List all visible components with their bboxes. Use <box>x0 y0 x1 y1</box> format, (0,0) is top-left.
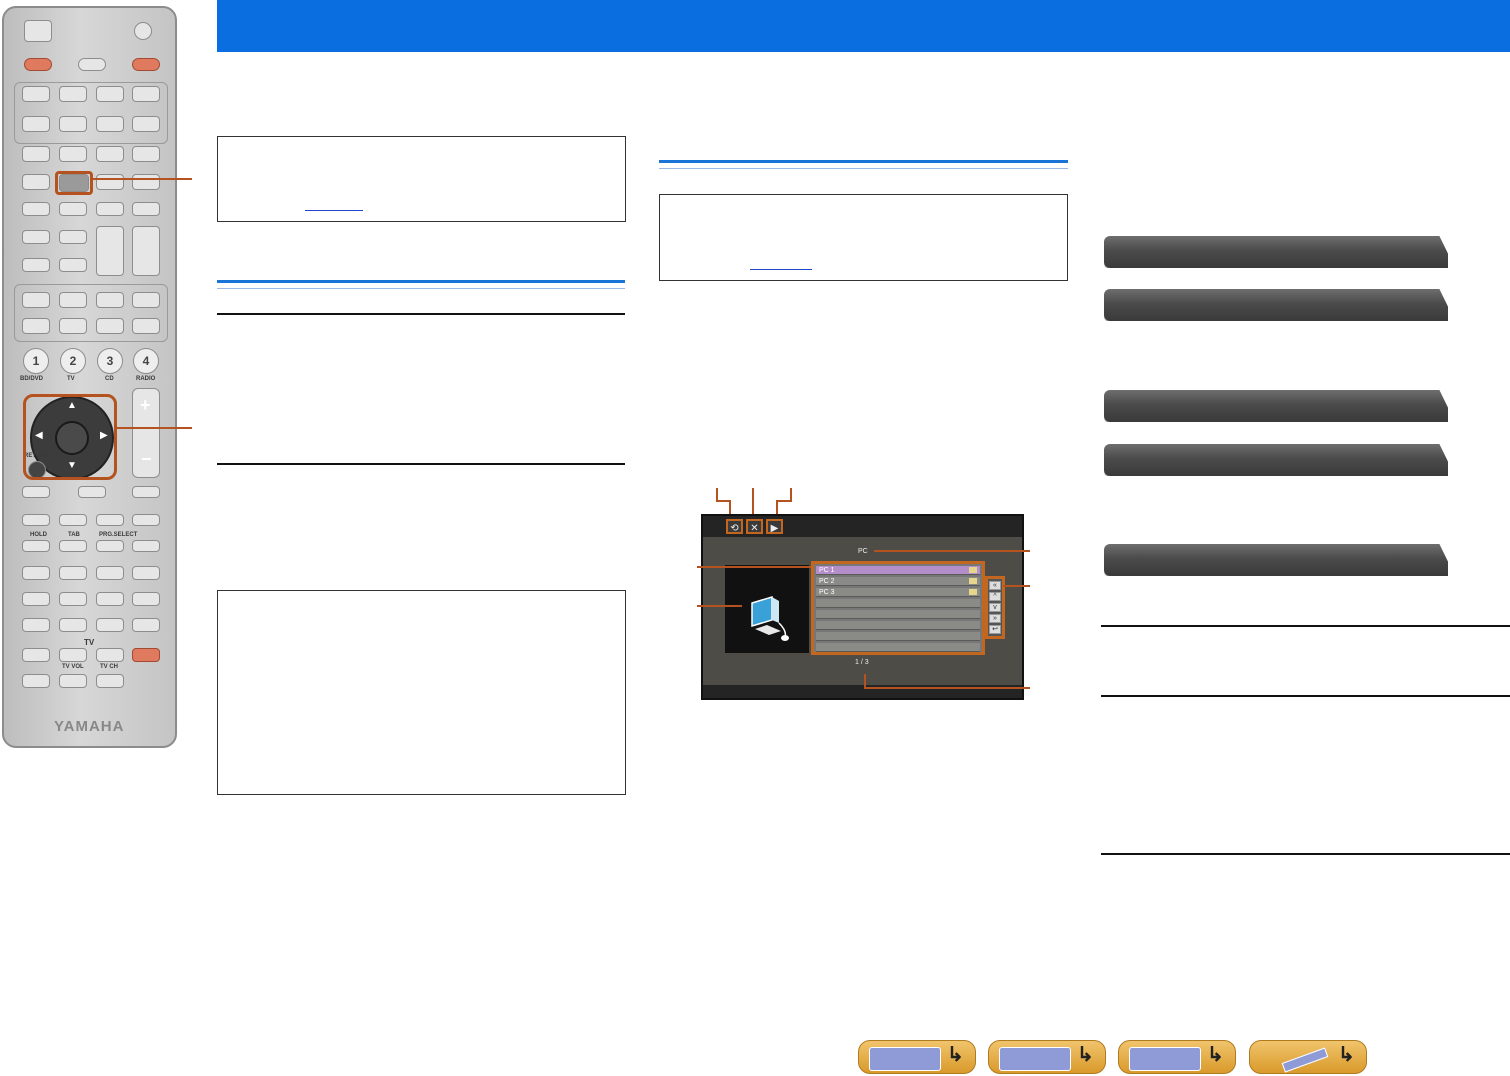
remote-icon <box>1260 1047 1330 1073</box>
repeat-icon: ⟲ <box>726 519 743 534</box>
return-button[interactable]: ↩ <box>989 625 1001 634</box>
input-button-2: 2 <box>60 348 86 374</box>
folder-icon <box>969 578 977 584</box>
pc-icon <box>751 595 789 641</box>
page-link-underline-2 <box>750 269 812 270</box>
tv-power-button <box>132 648 160 662</box>
content-list: PC 1 PC 2 PC 3 <box>811 561 985 655</box>
highlight-option-button <box>55 171 93 195</box>
leader-line-cursor <box>115 427 192 429</box>
remote-control-illustration: 1 2 3 4 BD/DVD TV CD RADIO + − ▲ ▼ ◀ ▶ R… <box>2 6 177 748</box>
input-button-4: 4 <box>133 348 159 374</box>
play-icon: ▶ <box>766 519 783 534</box>
section-tab <box>1104 390 1448 422</box>
section-rule-blue-2 <box>659 160 1068 163</box>
input-label-tv: TV <box>67 376 75 382</box>
section-rule-thin-2 <box>659 168 1068 169</box>
list-item-empty <box>816 632 980 641</box>
table-rule-1 <box>1101 625 1510 627</box>
screen-title: PC <box>858 548 868 555</box>
input-label-cd: CD <box>105 376 114 382</box>
yamaha-logo: YAMAHA <box>54 718 125 735</box>
list-nav-buttons: « ^ v » ↩ <box>985 576 1005 639</box>
table-rule-bottom <box>217 463 625 465</box>
input-button-3: 3 <box>97 348 123 374</box>
folder-icon <box>969 589 977 595</box>
remote-mic-icon <box>134 22 152 40</box>
rear-panel-nav-button[interactable]: ↳ <box>988 1040 1106 1074</box>
callout-list <box>697 566 811 568</box>
note-box-2 <box>217 590 626 795</box>
note-box-1 <box>217 136 626 222</box>
display-nav-button[interactable]: ↳ <box>1118 1040 1236 1074</box>
callout-art <box>697 605 742 607</box>
table-rule-2 <box>1101 695 1510 697</box>
remote-power-button-right <box>132 58 160 71</box>
shuffle-icon: ✕ <box>746 519 763 534</box>
remote-center-button <box>78 58 106 71</box>
header-bar <box>217 0 1510 52</box>
section-tab <box>1104 236 1448 268</box>
section-rule-thin <box>217 288 625 289</box>
album-art-panel <box>725 565 809 653</box>
table-rule-top <box>217 313 625 315</box>
page-indicator: 1 / 3 <box>855 659 869 666</box>
arrow-icon: ↳ <box>1207 1044 1224 1066</box>
tab-label: TAB <box>68 532 80 538</box>
remote-power-button-left <box>24 58 52 71</box>
page-up-button[interactable]: « <box>989 581 1001 590</box>
input-button-1: 1 <box>23 348 49 374</box>
callout-page <box>864 687 1030 689</box>
front-panel-icon <box>869 1047 941 1071</box>
input-label-bd-dvd: BD/DVD <box>20 376 44 382</box>
hold-label: HOLD <box>30 532 47 538</box>
note-box-3 <box>659 194 1068 281</box>
tv-ch-label: TV CH <box>100 664 118 670</box>
section-rule-blue <box>217 280 625 283</box>
section-tab <box>1104 544 1448 576</box>
section-tab <box>1104 289 1448 321</box>
list-item[interactable]: PC 2 <box>816 577 980 586</box>
front-panel-nav-button[interactable]: ↳ <box>858 1040 976 1074</box>
table-rule-3 <box>1101 853 1510 855</box>
page-link-underline <box>305 210 363 211</box>
list-item-empty <box>816 621 980 630</box>
highlight-cursor-pad <box>23 394 117 480</box>
arrow-icon: ↳ <box>947 1044 964 1066</box>
tv-section-label: TV <box>84 638 95 647</box>
arrow-icon: ↳ <box>1338 1044 1355 1066</box>
rear-panel-icon <box>999 1047 1071 1071</box>
leader-line-option <box>90 178 192 180</box>
cursor-down-button[interactable]: v <box>989 603 1001 612</box>
callout-nav <box>1003 585 1030 587</box>
list-item-empty <box>816 599 980 608</box>
list-item[interactable]: PC 1 <box>816 566 980 575</box>
list-item-empty <box>816 643 980 652</box>
remote-nav-button[interactable]: ↳ <box>1249 1040 1367 1074</box>
folder-icon <box>969 567 977 573</box>
arrow-icon: ↳ <box>1077 1044 1094 1066</box>
display-icon <box>1129 1047 1201 1071</box>
prg-select-label: PRG.SELECT <box>99 532 138 538</box>
callout-title <box>874 550 1030 552</box>
list-item-empty <box>816 610 980 619</box>
tv-vol-label: TV VOL <box>62 664 84 670</box>
section-tab <box>1104 444 1448 476</box>
cursor-up-button[interactable]: ^ <box>989 592 1001 601</box>
pc-browse-screen: ⟲ ✕ ▶ PC PC 1 PC 2 PC 3 « ^ v » ↩ 1 / 3 <box>701 514 1024 700</box>
volume-rocker: + − <box>132 388 160 478</box>
list-item[interactable]: PC 3 <box>816 588 980 597</box>
input-label-radio: RADIO <box>136 376 156 382</box>
page-down-button[interactable]: » <box>989 614 1001 623</box>
remote-top-icon <box>24 20 52 42</box>
